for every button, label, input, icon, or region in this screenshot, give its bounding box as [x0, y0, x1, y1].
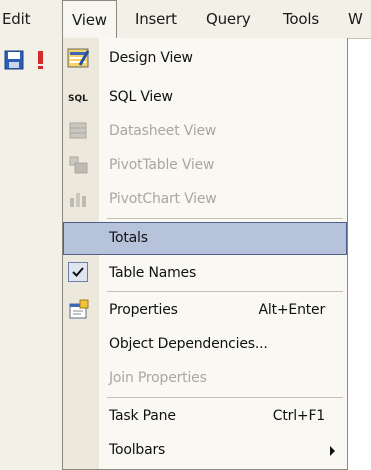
svg-text:SQL: SQL	[68, 94, 88, 104]
save-icon[interactable]	[4, 50, 24, 74]
menu-item-pivottable-view[interactable]: PivotTable View	[63, 149, 347, 182]
menu-item-join-properties[interactable]: Join Properties	[63, 362, 347, 395]
menu-item-task-pane[interactable]: Task Pane Ctrl+F1	[63, 400, 347, 433]
menu-item-label: Object Dependencies...	[109, 336, 268, 352]
menu-item-object-dependencies[interactable]: Object Dependencies...	[63, 328, 347, 361]
checkmark-icon	[68, 262, 88, 282]
menu-item-properties[interactable]: Properties Alt+Enter	[63, 294, 347, 327]
menu-item-label: Toolbars	[109, 442, 166, 458]
menu-insert[interactable]: Insert	[135, 10, 177, 28]
menu-bar: Edit View Insert Query Tools W	[0, 0, 371, 39]
toolbar	[0, 38, 62, 470]
run-icon[interactable]	[34, 50, 50, 74]
submenu-arrow-icon	[330, 446, 335, 456]
menu-item-shortcut: Ctrl+F1	[272, 408, 325, 424]
menu-query[interactable]: Query	[206, 10, 251, 28]
menu-item-label: Datasheet View	[109, 123, 217, 139]
menu-item-design-view[interactable]: Design View	[63, 42, 347, 75]
menu-edit[interactable]: Edit	[2, 10, 30, 28]
menu-item-totals[interactable]: Totals	[63, 222, 347, 255]
pivotchart-view-icon	[67, 188, 91, 210]
menu-item-pivotchart-view[interactable]: PivotChart View	[63, 183, 347, 216]
menu-item-label: Table Names	[109, 265, 197, 281]
menu-item-label: PivotTable View	[109, 157, 215, 173]
menu-separator	[107, 218, 343, 219]
menu-item-table-names[interactable]: Table Names	[63, 257, 347, 290]
sql-view-icon: SQL	[67, 86, 91, 108]
properties-icon	[67, 299, 91, 321]
menu-item-label: SQL View	[109, 89, 173, 105]
datasheet-view-icon	[67, 120, 91, 142]
menu-item-label: Totals	[109, 230, 148, 246]
view-menu: Design View SQL SQL View Datasheet View	[62, 38, 348, 470]
pivottable-view-icon	[67, 154, 91, 176]
menu-item-label: Task Pane	[109, 408, 176, 424]
menu-separator	[107, 397, 343, 398]
menu-window[interactable]: W	[348, 10, 363, 28]
menu-item-toolbars[interactable]: Toolbars	[63, 434, 347, 467]
menu-separator	[107, 291, 343, 292]
menu-tools[interactable]: Tools	[283, 10, 319, 28]
menu-item-label: Properties	[109, 302, 178, 318]
menu-item-label: PivotChart View	[109, 191, 217, 207]
design-view-icon	[67, 47, 91, 69]
menu-item-shortcut: Alt+Enter	[258, 302, 326, 318]
menu-item-label: Join Properties	[109, 370, 207, 386]
menu-item-label: Design View	[109, 50, 193, 66]
menu-item-sql-view[interactable]: SQL SQL View	[63, 81, 347, 114]
menu-item-datasheet-view[interactable]: Datasheet View	[63, 115, 347, 148]
menu-view[interactable]: View	[62, 0, 117, 38]
